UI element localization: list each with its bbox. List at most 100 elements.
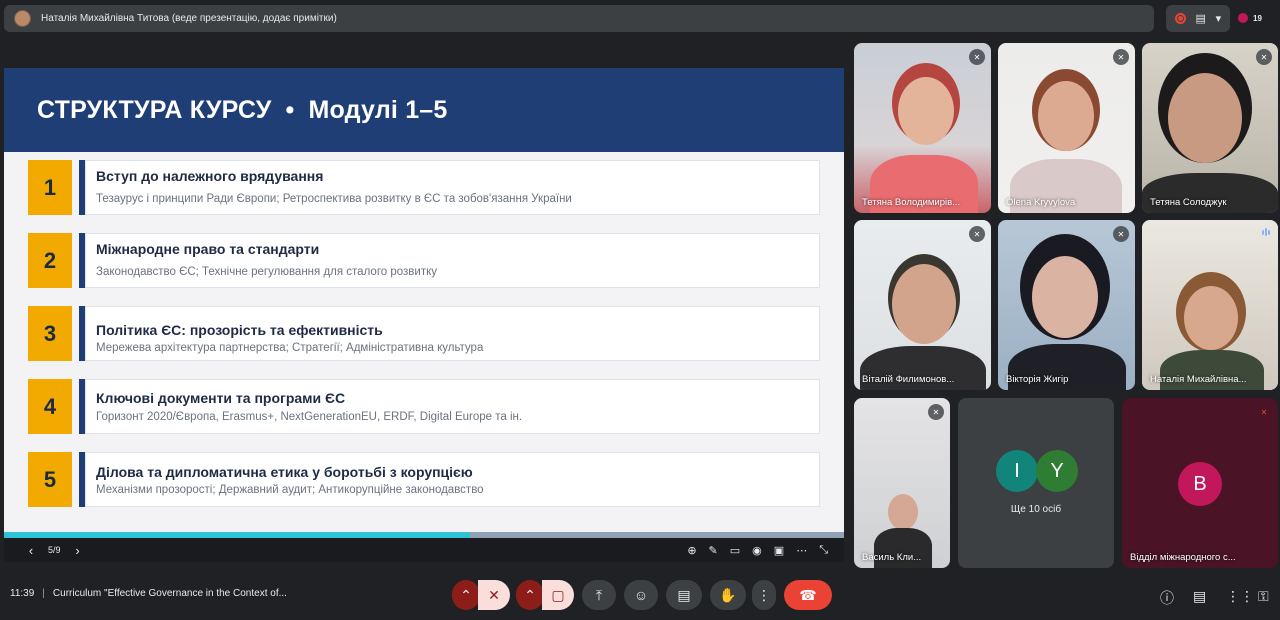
recording-icon[interactable] [1174,13,1186,24]
slide-title: СТРУКТУРА КУРСУ • Модулі 1–5 [37,96,448,125]
participant-tile[interactable]: ✕ Вікторія Жигір [998,220,1135,390]
broadcast-icon[interactable]: ◉ [752,544,762,557]
captions-icon[interactable]: ▭ [730,544,740,557]
prev-slide-button[interactable]: ‹ [20,543,42,558]
participant-name: Olena Kryvylova [1006,197,1076,208]
participant-tile[interactable]: ✕ Віталій Филимонов... [854,220,991,390]
exit-fullscreen-icon[interactable]: ⤡ [819,544,828,557]
separator: | [42,588,45,599]
next-slide-button[interactable]: › [67,543,89,558]
avatar-letter: I [996,450,1038,492]
module-description: Законодавство ЄС; Технічне регулювання д… [96,266,437,278]
module-card: Ключові документи та програми ЄС Горизон… [85,379,820,434]
participant-name: Вікторія Жигір [1006,374,1069,385]
module-item: 5 Ділова та дипломатична етика у боротьб… [28,452,820,507]
module-card: Вступ до належного врядування Тезаурус і… [85,160,820,215]
more-participants-tile[interactable]: I Y Ще 10 осіб [958,398,1114,568]
participant-name: Тетяна Солоджук [1150,197,1227,208]
presenter-text: Наталія Михайлівна Титова (веде презента… [41,13,337,24]
participant-tile-active-speaker[interactable]: Наталія Михайлівна... [1142,220,1278,390]
participant-head [1038,81,1094,151]
participant-name: Василь Кли... [862,552,922,563]
participant-tile[interactable]: ✕ Olena Kryvylova [998,43,1135,213]
audio-options-button[interactable]: ⌃ [452,580,480,610]
mic-off-icon: ✕ [1256,49,1272,65]
activities-icon[interactable]: ⋮⋮ [1226,588,1254,605]
chevron-down-icon[interactable]: ▾ [1216,12,1222,25]
reactions-button[interactable]: ☺ [624,580,658,610]
module-item: 1 Вступ до належного врядування Тезаурус… [28,160,820,215]
camera-off-icon[interactable]: ▢ [542,580,574,610]
slide-title-separator: • [285,95,295,124]
presenter-avatar [14,10,31,27]
video-options-button[interactable]: ⌃ [516,580,544,610]
more-options-button[interactable]: ⋮ [752,580,776,610]
slide-tools: ⊕ ✎ ▭ ◉ ▣ ⋯ ⤡ [687,544,844,557]
participant-head [898,77,954,145]
participant-head [1184,286,1238,350]
slide-header: СТРУКТУРА КУРСУ • Модулі 1–5 [4,68,844,152]
participant-tile[interactable]: ✕ Тетяна Солоджук [1142,43,1278,213]
module-item: 3 Політика ЄС: прозорість та ефективніст… [28,306,820,361]
slide-title-right: Модулі 1–5 [308,95,448,124]
avatar-letter: B [1178,462,1222,506]
participant-avatar-icon [1236,11,1250,25]
presentation-slide: СТРУКТУРА КУРСУ • Модулі 1–5 1 Вступ до на… [4,68,844,538]
module-card: Ділова та дипломатична етика у боротьбі … [85,452,820,507]
module-description: Горизонт 2020/Європа, Erasmus+, NextGene… [96,411,523,423]
mic-off-icon: ✕ [928,404,944,420]
info-icon[interactable]: ⓘ [1160,588,1174,608]
participant-name: Наталія Михайлівна... [1150,374,1247,385]
meeting-controls-bar: 11:39 | Curriculum "Effective Governance i… [0,572,1280,616]
mic-off-icon: ✕ [1260,407,1268,417]
module-item: 4 Ключові документи та програми ЄС Гориз… [28,379,820,434]
module-card: Міжнародне право та стандарти Законодавс… [85,233,820,288]
speaking-indicator-icon [1262,228,1270,236]
mic-off-icon[interactable]: ✕ [478,580,510,610]
present-screen-button[interactable]: ⤒ [582,580,616,610]
notes-icon[interactable]: ▤ [1196,12,1206,25]
host-controls-icon[interactable]: ⚿ [1258,588,1269,605]
chat-icon[interactable]: ▤ [1193,588,1206,605]
participant-name: Тетяна Володимирів... [862,197,961,208]
participant-tile[interactable]: ✕ Василь Кли... [854,398,950,568]
participants-pill[interactable]: 19 [1236,7,1276,29]
module-description: Тезаурус і принципи Ради Європи; Ретросп… [96,193,572,205]
hang-up-button[interactable]: ☎ [784,580,832,610]
module-description: Мережева архітектура партнерства; Страте… [96,342,484,354]
more-participants-label: Ще 10 осіб [1010,504,1062,515]
module-title: Міжнародне право та стандарти [96,241,320,257]
clock: 11:39 [10,588,35,599]
participant-head [1032,256,1098,338]
zoom-icon[interactable]: ⊕ [687,544,696,557]
module-title: Вступ до належного врядування [96,168,324,184]
participants-count: 19 [1253,13,1262,23]
meeting-info: 11:39 | Curriculum "Effective Governance i… [10,588,287,599]
module-title: Політика ЄС: прозорість та ефективність [96,322,383,338]
participant-tile[interactable]: ✕ Тетяна Володимирів... [854,43,991,213]
participant-head [888,494,918,530]
module-title: Ділова та дипломатична етика у боротьбі … [96,464,473,480]
avatar-letter: Y [1036,450,1078,492]
module-number: 1 [28,160,72,215]
page-indicator: 5/9 [48,545,61,555]
module-number: 2 [28,233,72,288]
laser-icon[interactable]: ✎ [709,544,718,557]
participant-head [1168,73,1242,163]
mic-off-icon: ✕ [1113,226,1129,242]
meeting-title: Curriculum "Effective Governance in the … [52,588,287,599]
raise-hand-button[interactable]: ✋ [710,580,746,610]
screens-icon[interactable]: ▣ [774,544,784,557]
mic-off-icon: ✕ [969,49,985,65]
mic-off-icon: ✕ [969,226,985,242]
participant-name: Відділ міжнародного с... [1130,552,1236,563]
module-card: Політика ЄС: прозорість та ефективність … [85,306,820,361]
top-controls: ▤ ▾ [1166,5,1230,32]
more-icon[interactable]: ⋯ [796,544,807,557]
module-number: 3 [28,306,72,361]
participant-tile[interactable]: B ✕ Відділ міжнародного с... [1122,398,1278,568]
modules-list: 1 Вступ до належного врядування Тезаурус… [28,160,820,525]
captions-button[interactable]: ▤ [666,580,702,610]
module-number: 4 [28,379,72,434]
slide-title-left: СТРУКТУРА КУРСУ [37,95,272,124]
